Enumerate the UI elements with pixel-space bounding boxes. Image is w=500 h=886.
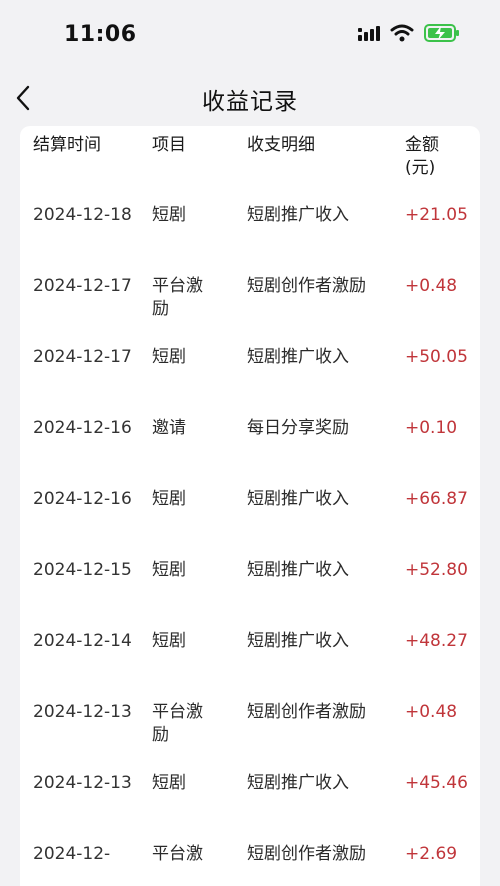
table-row: 2024-12-16 邀请 每日分享奖励 +0.10	[20, 339, 480, 438]
table-row: 2024-12-13 平台激励 短剧创作者激励 +0.48	[20, 623, 480, 745]
cellular-signal-icon	[358, 26, 380, 41]
page-title: 收益记录	[202, 89, 298, 115]
row-amount: +2.69	[405, 844, 458, 864]
row-item: 平台激	[152, 844, 203, 864]
navigation-bar: 收益记录	[0, 72, 500, 124]
table-row: 2024-12- 平台激 短剧创作者激励 +2.69	[20, 765, 480, 864]
table-row: 2024-12-18 短剧 短剧推广收入 +21.05	[20, 126, 480, 225]
table-row: 2024-12-15 短剧 短剧推广收入 +52.80	[20, 481, 480, 580]
row-date: 2024-12-	[33, 844, 111, 864]
table-row: 2024-12-16 短剧 短剧推广收入 +66.87	[20, 410, 480, 509]
table-row: 2024-12-17 平台激励 短剧创作者激励 +0.48	[20, 197, 480, 319]
table-row: 2024-12-17 短剧 短剧推广收入 +50.05	[20, 268, 480, 367]
wifi-icon	[390, 24, 414, 42]
table-row: 2024-12-13 短剧 短剧推广收入 +45.46	[20, 694, 480, 793]
earnings-table: 结算时间 项目 收支明细 金额 (元) 2024-12-18 短剧 短剧推广收入 +2…	[20, 126, 480, 886]
battery-charging-icon	[424, 24, 459, 42]
row-detail: 短剧创作者激励	[247, 844, 366, 864]
status-bar: 11:06	[0, 0, 500, 72]
table-row: 2024-12-14 短剧 短剧推广收入 +48.27	[20, 552, 480, 651]
status-icons	[358, 24, 460, 42]
status-time: 11:06	[64, 22, 137, 47]
